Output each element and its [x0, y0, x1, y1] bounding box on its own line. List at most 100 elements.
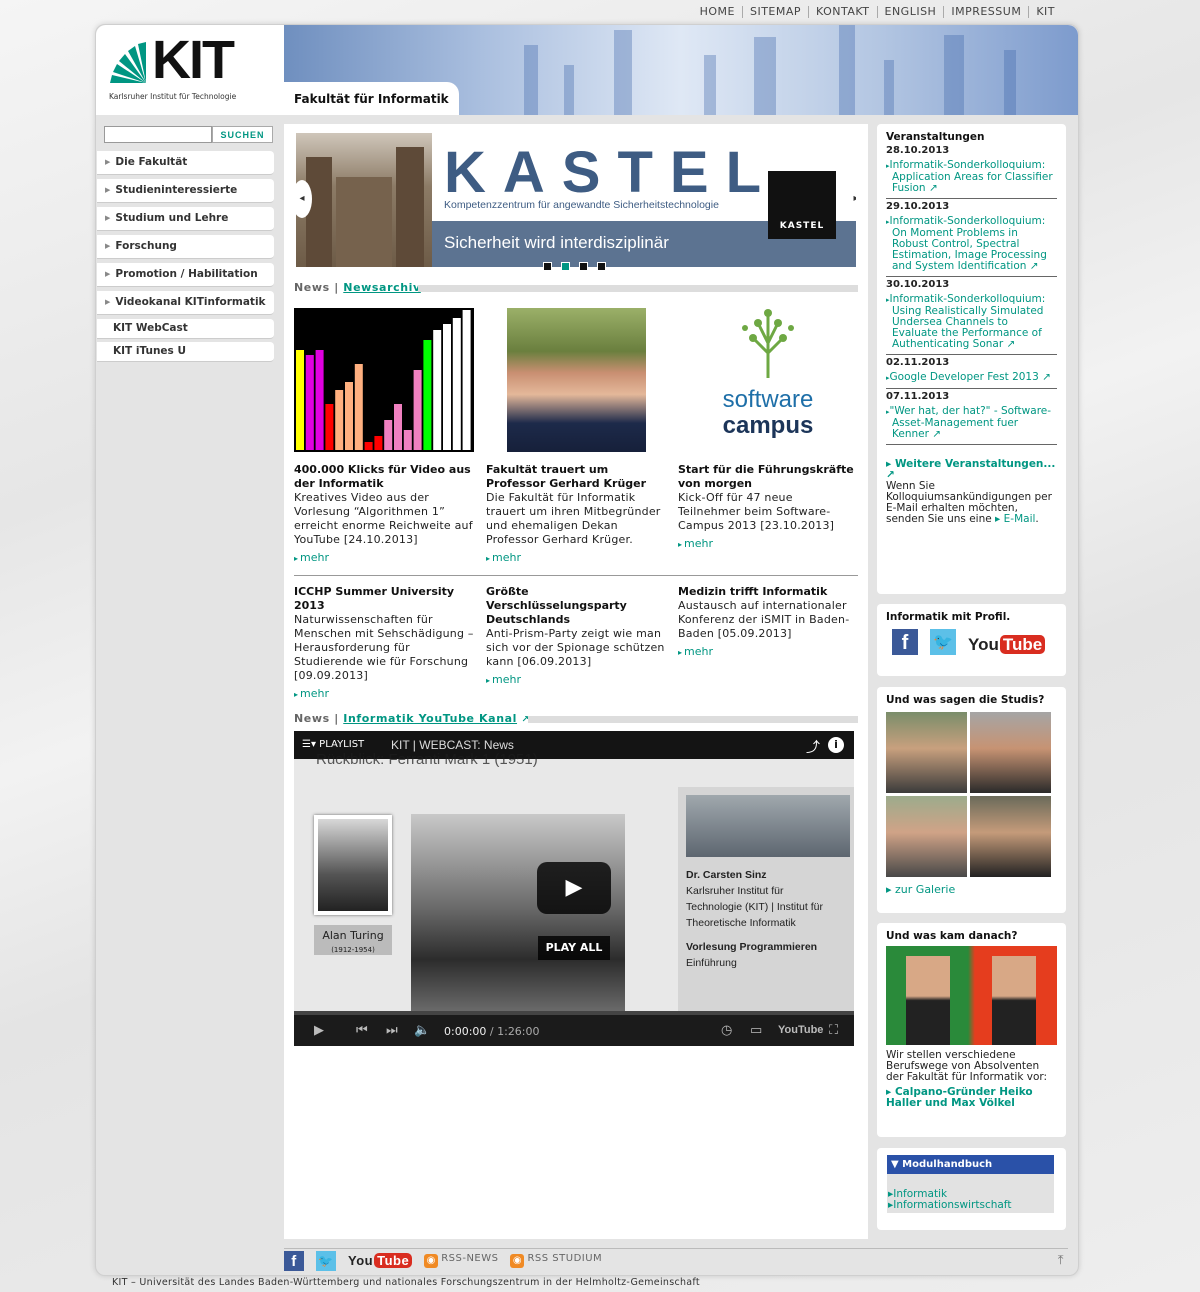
- news-title[interactable]: 400.000 Klicks für Video aus der Informa…: [294, 463, 474, 491]
- facebook-icon[interactable]: f: [284, 1250, 304, 1271]
- profil-social-links: f 🐦 You Tube: [892, 629, 1057, 655]
- play-button[interactable]: ▶: [537, 862, 611, 914]
- play-all-button[interactable]: PLAY ALL: [538, 936, 610, 960]
- news-title[interactable]: Start für die Führungskräfte von morgen: [678, 463, 858, 491]
- gallery-link[interactable]: ▸ zur Galerie: [886, 883, 1057, 896]
- more-events-link[interactable]: ▸ Weitere Veranstaltungen... ↗: [886, 458, 1055, 481]
- left-nav-studium[interactable]: ▶ Studium und Lehre: [97, 207, 274, 231]
- top-nav-kontakt[interactable]: KONTAKT: [809, 6, 878, 18]
- news-title[interactable]: Größte Verschlüsselungsparty Deutschland…: [486, 585, 666, 627]
- captions-icon[interactable]: ▭: [750, 1023, 762, 1038]
- video-player[interactable]: Rückblick: Ferranti Mark 1 (1951) Alan T…: [294, 731, 854, 1046]
- thumbnail-bar: [364, 442, 373, 450]
- news-more-link[interactable]: mehr: [678, 645, 858, 658]
- previous-icon[interactable]: ⏮: [356, 1023, 368, 1038]
- course-name: Vorlesung Programmieren: [686, 941, 818, 953]
- news-more-link[interactable]: mehr: [294, 687, 474, 700]
- news-text: Die Fakultät für Informatik trauert um i…: [486, 491, 661, 546]
- left-nav-forschung[interactable]: ▶ Forschung: [97, 235, 274, 259]
- slider-dot[interactable]: [579, 262, 588, 271]
- share-icon[interactable]: ⤴: [806, 737, 820, 757]
- email-link[interactable]: ▸ E-Mail: [995, 513, 1035, 525]
- twitter-icon[interactable]: 🐦: [930, 629, 956, 655]
- slider-dot[interactable]: [597, 262, 606, 271]
- logo-subtitle: Karlsruher Institut für Technologie: [109, 92, 237, 101]
- next-icon[interactable]: ⏭: [386, 1023, 398, 1038]
- modul-link-iw[interactable]: ▸Informationswirtschaft: [888, 1200, 1054, 1211]
- youtube-icon[interactable]: YouTube: [348, 1253, 413, 1268]
- left-nav-fakultaet[interactable]: ▶ Die Fakultät: [97, 151, 274, 175]
- facebook-icon[interactable]: f: [892, 629, 918, 655]
- news-title[interactable]: Fakultät trauert um Professor Gerhard Kr…: [486, 463, 666, 491]
- twitter-icon[interactable]: 🐦: [316, 1250, 336, 1271]
- event-link[interactable]: Informatik-Sonderkolloquium: Application…: [886, 156, 1057, 199]
- news-more-link[interactable]: mehr: [294, 551, 474, 564]
- scroll-top-icon[interactable]: ⤒: [1058, 1253, 1064, 1268]
- founders-photo[interactable]: [886, 946, 1057, 1045]
- top-nav-home[interactable]: HOME: [693, 6, 743, 18]
- student-photo[interactable]: [886, 712, 967, 793]
- founders-link[interactable]: ▸ Calpano-Gründer Heiko Haller und Max V…: [886, 1087, 1057, 1109]
- event-link[interactable]: Informatik-Sonderkolloquium: On Moment P…: [886, 212, 1057, 277]
- news-more-link[interactable]: mehr: [678, 537, 858, 550]
- search-button[interactable]: SUCHEN: [212, 126, 273, 143]
- arrow-right-icon: ▶: [105, 158, 111, 166]
- left-nav-studieninteressierte[interactable]: ▶ Studieninteressierte: [97, 179, 274, 203]
- watch-later-icon[interactable]: ◷: [721, 1023, 732, 1038]
- news-title[interactable]: ICCHP Summer University 2013: [294, 585, 474, 613]
- playlist-button[interactable]: ☰▾ PLAYLIST: [302, 739, 364, 750]
- youtube-icon[interactable]: YouTube: [778, 1024, 823, 1036]
- thumbnail-bar: [394, 404, 402, 450]
- top-nav-kit[interactable]: KIT: [1029, 6, 1062, 18]
- news-image-portrait[interactable]: [507, 308, 646, 452]
- left-sidebar: SUCHEN ▶ Die Fakultät ▶ Studieninteressier…: [97, 124, 274, 365]
- rss-studium-link[interactable]: ◉ RSS STUDIUM: [510, 1253, 602, 1268]
- progress-bar[interactable]: [294, 1011, 854, 1015]
- thumbnail-bar: [384, 420, 393, 450]
- student-photo[interactable]: [886, 796, 967, 877]
- student-photo[interactable]: [970, 712, 1051, 793]
- news-more-link[interactable]: mehr: [486, 673, 666, 686]
- studis-box: Und was sagen die Studis? ▸ zur Galerie: [877, 687, 1066, 913]
- top-nav-english[interactable]: ENGLISH: [878, 6, 945, 18]
- rss-news-link[interactable]: ◉ RSS-NEWS: [424, 1253, 498, 1268]
- news-item: 400.000 Klicks für Video aus der Informa…: [294, 463, 474, 564]
- event-link[interactable]: Google Developer Fest 2013 ↗: [886, 368, 1057, 389]
- youtube-icon[interactable]: YouTube: [968, 635, 1046, 655]
- thumbnail-bar: [374, 436, 383, 450]
- news-label: News: [294, 281, 330, 294]
- news-image-software-campus[interactable]: software campus: [679, 308, 857, 452]
- left-nav-promotion[interactable]: ▶ Promotion / Habilitation: [97, 263, 274, 287]
- video-title[interactable]: KIT | WEBCAST: News: [391, 738, 514, 752]
- play-icon[interactable]: ▶: [314, 1023, 324, 1038]
- news-more-link[interactable]: mehr: [486, 551, 666, 564]
- news-image-chart[interactable]: [294, 308, 474, 452]
- left-nav-videokanal[interactable]: ▶ Videokanal KITinformatik: [97, 291, 274, 315]
- top-nav-impressum[interactable]: IMPRESSUM: [944, 6, 1030, 18]
- news-title[interactable]: Medizin trifft Informatik: [678, 585, 858, 599]
- event-link[interactable]: Informatik-Sonderkolloquium: Using Reali…: [886, 290, 1057, 355]
- slider-dot[interactable]: [543, 262, 552, 271]
- info-icon[interactable]: i: [828, 737, 844, 753]
- modul-title[interactable]: ▼ Modulhandbuch: [887, 1155, 1054, 1174]
- news-section-header: News | Newsarchiv: [294, 281, 858, 295]
- event-link[interactable]: "Wer hat, der hat?" - Software-Asset-Man…: [886, 402, 1057, 445]
- youtube-kanal-link[interactable]: Informatik YouTube Kanal: [343, 712, 517, 725]
- slider-dots: [543, 262, 606, 271]
- slider-dot-active[interactable]: [561, 262, 570, 271]
- main-content: KASTEL Kompetenzzentrum für angewandte S…: [284, 124, 868, 1239]
- newsarchiv-link[interactable]: Newsarchiv: [343, 281, 421, 294]
- slider-tagline: Sicherheit wird interdisziplinär: [444, 233, 669, 252]
- danach-title: Und was kam danach?: [886, 930, 1018, 942]
- turing-photo: [314, 815, 392, 915]
- kit-logo[interactable]: KIT Karlsruher Institut für Technologie: [108, 30, 248, 107]
- left-nav-itunes[interactable]: KIT iTunes U: [97, 342, 274, 362]
- top-nav-sitemap[interactable]: SITEMAP: [743, 6, 810, 18]
- search-input[interactable]: [104, 126, 212, 143]
- kastel-slider[interactable]: KASTEL Kompetenzzentrum für angewandte S…: [296, 133, 856, 267]
- volume-icon[interactable]: 🔈: [414, 1023, 430, 1038]
- fullscreen-icon[interactable]: ⛶: [829, 1023, 838, 1038]
- video-controls: ▶ ⏮ ⏭ 🔈 0:00:00 / 1:26:00 ◷ ▭ YouTube ⛶: [294, 1011, 854, 1046]
- student-photo[interactable]: [970, 796, 1051, 877]
- left-nav-webcast[interactable]: KIT WebCast: [97, 319, 274, 339]
